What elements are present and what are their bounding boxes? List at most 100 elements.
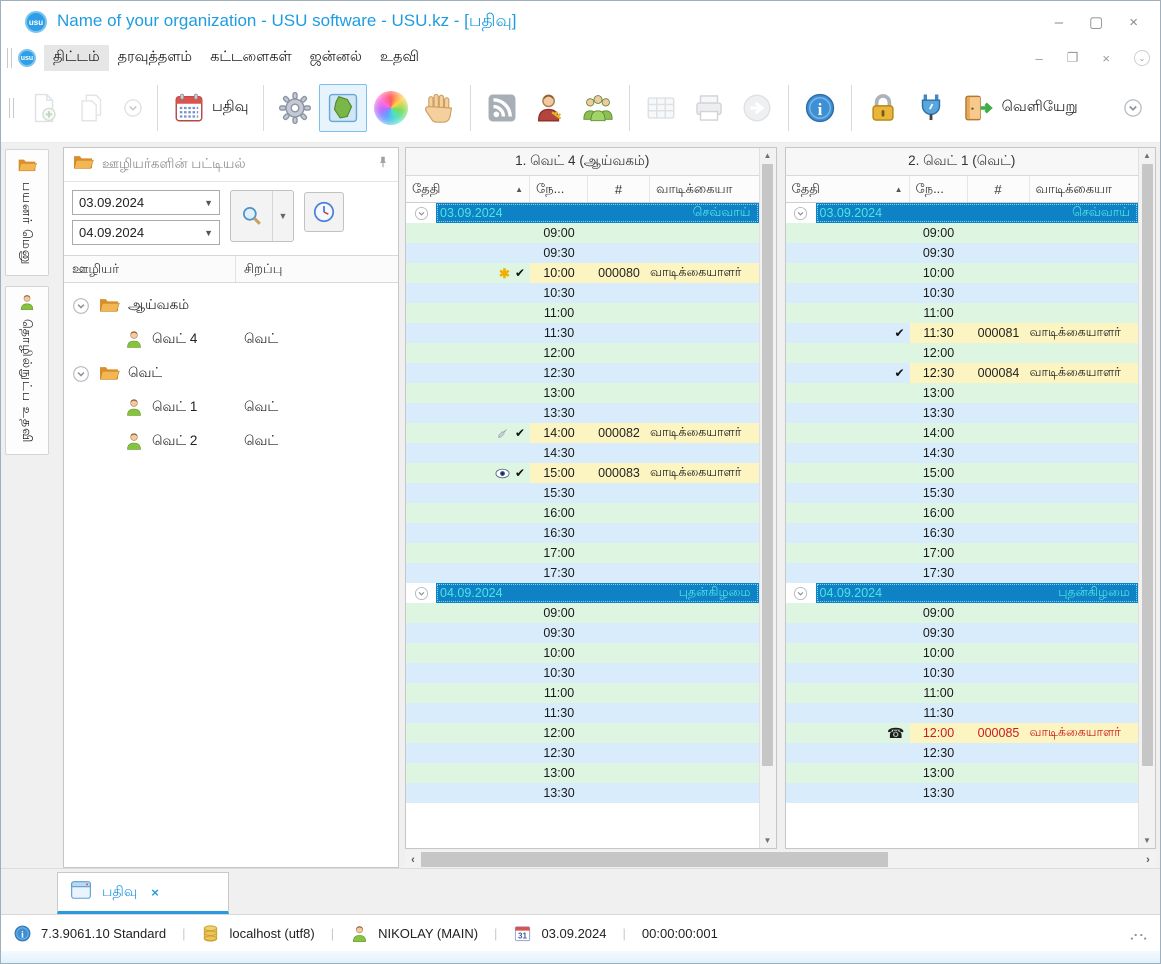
menu-item-3[interactable]: ஜன்னல் <box>301 45 371 71</box>
vscroll-thumb[interactable] <box>1141 164 1153 766</box>
printer-button[interactable] <box>685 84 733 132</box>
vscroll-thumb[interactable] <box>762 164 773 766</box>
time-slot-row[interactable]: 16:00 <box>406 503 759 523</box>
time-slot-row[interactable]: 13:00 <box>406 383 759 403</box>
appointment-row[interactable]: ✱ ✔ 10:00 000080 வாடிக்கையாளர் <box>406 263 759 283</box>
time-slot-row[interactable]: 17:00 <box>406 543 759 563</box>
time-slot-row[interactable]: 14:00 <box>785 423 1138 443</box>
child-close-button[interactable]: × <box>1102 51 1110 66</box>
time-slot-row[interactable]: 09:30 <box>785 623 1138 643</box>
time-slot-row[interactable]: 15:00 <box>785 463 1138 483</box>
time-slot-row[interactable]: 09:00 <box>406 223 759 243</box>
time-slot-row[interactable]: 10:00 <box>785 643 1138 663</box>
scroll-left-arrow[interactable]: ‹ <box>405 854 421 866</box>
time-slot-row[interactable]: 17:30 <box>406 563 759 583</box>
time-slot-row[interactable]: 11:30 <box>406 323 759 343</box>
minimize-button[interactable]: – <box>1055 15 1063 30</box>
time-slot-row[interactable]: 11:00 <box>406 683 759 703</box>
maximize-button[interactable]: ▢ <box>1089 15 1103 30</box>
menu-overflow-chevron-icon[interactable]: ⌄ <box>1134 50 1150 66</box>
scroll-right-arrow[interactable]: › <box>1140 854 1156 866</box>
time-slot-row[interactable]: 11:30 <box>785 703 1138 723</box>
appointment-row[interactable]: ✔ 11:30 000081 வாடிக்கையாளர் <box>785 323 1138 343</box>
tree-employee-row[interactable]: வெட் 2 வெட் <box>64 425 398 459</box>
search-dropdown-chevron[interactable]: ▼ <box>273 191 293 241</box>
employee-column-header[interactable]: ஊழியர் <box>64 256 236 282</box>
time-slot-row[interactable]: 13:30 <box>406 403 759 423</box>
time-slot-row[interactable]: 14:30 <box>785 443 1138 463</box>
menu-item-4[interactable]: உதவி <box>371 45 428 71</box>
time-slot-row[interactable]: 12:30 <box>785 743 1138 763</box>
specialty-column-header[interactable]: சிறப்பு <box>236 256 290 282</box>
rss-feed-button[interactable] <box>478 84 526 132</box>
menu-item-0[interactable]: திட்டம் <box>44 45 109 71</box>
forward-arrow-button[interactable] <box>733 84 781 132</box>
scroll-down-arrow[interactable]: ▼ <box>760 833 776 848</box>
time-slot-row[interactable]: 17:00 <box>785 543 1138 563</box>
collapse-chevron-icon[interactable] <box>72 297 90 315</box>
hscroll-thumb[interactable] <box>421 852 889 867</box>
group-collapse-icon[interactable] <box>414 206 429 221</box>
time-slot-row[interactable]: 17:30 <box>785 563 1138 583</box>
time-slot-row[interactable]: 12:30 <box>406 363 759 383</box>
map-button[interactable] <box>318 83 367 132</box>
dropdown-chevron-button[interactable] <box>116 91 150 125</box>
group-collapse-icon[interactable] <box>793 586 808 601</box>
time-slot-row[interactable]: 12:00 <box>406 723 759 743</box>
time-slot-row[interactable]: 15:30 <box>785 483 1138 503</box>
pin-icon[interactable] <box>376 155 390 174</box>
time-slot-row[interactable]: 10:30 <box>406 283 759 303</box>
time-slot-row[interactable]: 11:00 <box>406 303 759 323</box>
time-slot-row[interactable]: 09:30 <box>785 243 1138 263</box>
customer-column-header[interactable]: வாடிக்கையா <box>650 176 759 202</box>
time-slot-row[interactable]: 09:00 <box>785 223 1138 243</box>
time-slot-row[interactable]: 13:00 <box>785 763 1138 783</box>
group-collapse-icon[interactable] <box>793 206 808 221</box>
number-column-header[interactable]: # <box>588 176 650 202</box>
time-slot-row[interactable]: 16:30 <box>785 523 1138 543</box>
time-slot-row[interactable]: 09:30 <box>406 623 759 643</box>
copy-document-button[interactable] <box>68 84 116 132</box>
plugin-plug-button[interactable] <box>907 84 955 132</box>
exit-door-button[interactable]: வெளியேறு <box>955 84 1085 132</box>
date-group-row[interactable]: 04.09.2024 புதன்கிழமை <box>785 583 1138 603</box>
table-grid-button[interactable] <box>637 84 685 132</box>
time-column-header[interactable]: நே... <box>910 176 968 202</box>
toolbar-grip-2[interactable] <box>9 97 14 118</box>
time-slot-row[interactable]: 10:00 <box>785 263 1138 283</box>
time-slot-row[interactable]: 16:00 <box>785 503 1138 523</box>
schedule-clock-button[interactable] <box>304 192 344 232</box>
number-column-header[interactable]: # <box>968 176 1030 202</box>
resize-grip[interactable]: ⡠⢄ <box>1129 925 1148 941</box>
menu-item-1[interactable]: தரவுத்தளம் <box>109 45 201 71</box>
appointment-row[interactable]: ✔ 15:00 000083 வாடிக்கையாளர் <box>406 463 759 483</box>
child-restore-button[interactable]: ❐ <box>1067 50 1079 66</box>
time-slot-row[interactable]: 10:30 <box>785 283 1138 303</box>
toolbar-overflow-chevron-button[interactable] <box>1116 91 1150 125</box>
time-slot-row[interactable]: 09:30 <box>406 243 759 263</box>
time-slot-row[interactable]: 12:00 <box>785 343 1138 363</box>
date-column-header[interactable]: தேதி ▲ <box>786 176 910 202</box>
tab-register[interactable]: பதிவு × <box>57 872 229 914</box>
color-wheel-button[interactable] <box>367 84 415 132</box>
tab-close-icon[interactable]: × <box>151 885 159 900</box>
menu-item-2[interactable]: கட்டளைகள் <box>201 45 301 71</box>
new-document-button[interactable] <box>20 84 68 132</box>
scroll-down-arrow[interactable]: ▼ <box>1139 833 1155 848</box>
time-slot-row[interactable]: 11:30 <box>406 703 759 723</box>
tree-employee-row[interactable]: வெட் 4 வெட் <box>64 323 398 357</box>
date-column-header[interactable]: தேதி ▲ <box>406 176 530 202</box>
side-tab-1[interactable]: தொழில்நுட்ப உதவி <box>5 286 49 455</box>
customer-column-header[interactable]: வாடிக்கையா <box>1030 176 1139 202</box>
time-slot-row[interactable]: 11:00 <box>785 303 1138 323</box>
time-slot-row[interactable]: 13:30 <box>406 783 759 803</box>
time-slot-row[interactable]: 10:30 <box>406 663 759 683</box>
register-calendar-button[interactable]: பதிவு <box>165 84 256 132</box>
search-split-button[interactable]: ▼ <box>230 190 294 242</box>
time-slot-row[interactable]: 15:30 <box>406 483 759 503</box>
time-slot-row[interactable]: 13:30 <box>785 783 1138 803</box>
time-slot-row[interactable]: 12:00 <box>406 343 759 363</box>
date-group-row[interactable]: 03.09.2024 செவ்வாய் <box>406 203 759 223</box>
time-column-header[interactable]: நே... <box>530 176 588 202</box>
time-slot-row[interactable]: 09:00 <box>785 603 1138 623</box>
